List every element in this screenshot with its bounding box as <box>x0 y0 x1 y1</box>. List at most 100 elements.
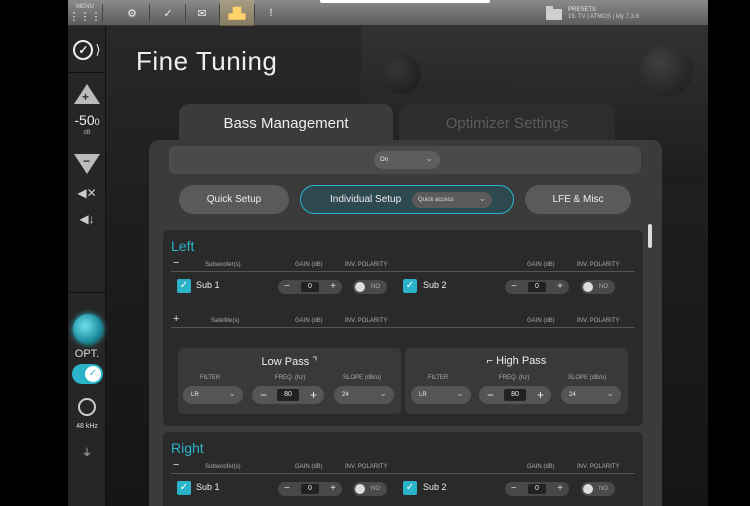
high-pass-slope-select[interactable]: 24 <box>561 384 621 404</box>
test-tone-button[interactable]: ǃ <box>254 0 288 26</box>
chevron-right-icon: ⟩ <box>95 42 101 57</box>
presets-label: PRESETS <box>568 7 597 13</box>
envelope-icon: ✉ <box>197 7 207 20</box>
plus-icon[interactable]: + <box>537 386 544 404</box>
main-content: Fine Tuning Bass Management Optimizer Se… <box>106 26 708 506</box>
sub-2-gain-stepper[interactable]: − 0 + <box>505 482 569 496</box>
channel-title: Right <box>171 440 204 456</box>
gain-value: 0 <box>528 484 546 494</box>
minus-icon[interactable]: − <box>260 386 267 404</box>
sample-rate-icon <box>78 398 96 416</box>
low-pass-freq-stepper[interactable]: − 80 + <box>252 386 324 404</box>
bass-mode-select[interactable]: On <box>374 149 440 169</box>
low-pass-slope-select[interactable]: 24 <box>334 384 394 404</box>
fine-tuning-button[interactable]: ▟▙ <box>220 0 254 26</box>
minus-icon[interactable]: − <box>284 280 290 294</box>
volume-readout: -500 <box>68 112 106 128</box>
dim-button[interactable]: ◀↓ <box>68 212 106 226</box>
polarity-value: NO <box>599 284 608 290</box>
optical-input-icon[interactable] <box>73 314 103 344</box>
logo-button[interactable]: ✓ ⟩ <box>72 36 102 64</box>
high-pass-freq-stepper[interactable]: − 80 + <box>479 386 551 404</box>
filter-label: FILTER <box>428 375 449 381</box>
sub-1-gain-stepper[interactable]: − 0 + <box>278 280 342 294</box>
sub-1-polarity-toggle[interactable]: NO <box>353 280 387 294</box>
freq-value: 80 <box>504 389 526 401</box>
right-margin <box>708 0 750 506</box>
sub-1-label: Sub 1 <box>196 482 220 492</box>
minus-icon[interactable]: − <box>487 386 494 404</box>
polarity-header: INV. POLARITY <box>345 464 388 470</box>
polarity-header: INV. POLARITY <box>345 318 388 324</box>
slope-label: SLOPE (dB/o) <box>343 375 382 381</box>
sub-2-gain-stepper[interactable]: − 0 + <box>505 280 569 294</box>
slope-label: SLOPE (dB/o) <box>568 375 607 381</box>
subwoofer-header: − Subwoofer(s) GAIN (dB) INV. POLARITY G… <box>171 257 635 272</box>
settings-button[interactable]: ⚙ <box>115 0 149 26</box>
filter-label: FILTER <box>200 375 221 381</box>
messages-button[interactable]: ✉ <box>185 0 219 26</box>
sub-1-checkbox[interactable]: ✓ <box>177 279 191 293</box>
sub-1-gain-stepper[interactable]: − 0 + <box>278 482 342 496</box>
polarity-header: INV. POLARITY <box>345 262 388 268</box>
plus-icon[interactable]: + <box>330 280 336 294</box>
presets-selector[interactable]: PRESETS 19. TV | ATMOS | My 7.3.6 <box>546 3 639 25</box>
search-field[interactable] <box>320 0 490 3</box>
plus-icon[interactable]: + <box>557 482 563 496</box>
mode-bar: On <box>169 146 641 174</box>
polarity-header: INV. POLARITY <box>577 262 620 268</box>
divider <box>68 292 106 293</box>
sub-2-polarity-toggle[interactable]: NO <box>581 482 615 496</box>
low-pass-title: Low Pass <box>261 356 310 368</box>
calibration-button[interactable]: ✓ <box>151 0 185 26</box>
gain-header: GAIN (dB) <box>295 464 323 470</box>
gears-icon: ⚙ <box>127 7 137 20</box>
channel-card-left: Left − Subwoofer(s) GAIN (dB) INV. POLAR… <box>163 230 643 426</box>
scrollbar[interactable] <box>648 224 652 248</box>
subwoofers-label: Subwoofer(s) <box>205 464 241 470</box>
expand-icon[interactable]: + <box>173 313 179 325</box>
logo-icon: ✓ <box>73 40 94 60</box>
minus-icon[interactable]: − <box>511 280 517 294</box>
mute-button[interactable]: ◀✕ <box>68 186 106 200</box>
minus-icon[interactable]: − <box>284 482 290 496</box>
divider <box>68 72 106 73</box>
plus-icon: + <box>82 90 90 104</box>
input-toggle[interactable]: ✓ <box>72 364 103 384</box>
polarity-value: NO <box>371 284 380 290</box>
low-pass-filter: Low Pass ⌝ FILTER FREQ. (hz) SLOPE (dB/o… <box>178 348 401 414</box>
lfe-misc-button[interactable]: LFE & Misc <box>525 185 631 214</box>
minus-icon[interactable]: − <box>511 482 517 496</box>
sub-1-checkbox[interactable]: ✓ <box>177 481 191 495</box>
individual-setup-button[interactable]: Individual Setup Quick access <box>300 185 514 214</box>
volume-value: -50 <box>74 112 95 128</box>
plus-icon[interactable]: + <box>557 280 563 294</box>
collapse-icon[interactable]: − <box>173 257 179 269</box>
menu-button[interactable]: MENU ⋮⋮⋮ <box>68 0 102 26</box>
subwoofer-header: − Subwoofer(s) GAIN (dB) INV. POLARITY G… <box>171 459 635 474</box>
grid-icon: ⋮⋮⋮ <box>68 10 102 23</box>
plus-icon[interactable]: + <box>310 386 317 404</box>
page-title: Fine Tuning <box>136 46 278 76</box>
quick-setup-button[interactable]: Quick Setup <box>179 185 289 214</box>
sub-2-checkbox[interactable]: ✓ <box>403 279 417 293</box>
sample-rate-value: 48 kHz <box>76 423 98 430</box>
tab-optimizer-settings[interactable]: Optimizer Settings <box>399 104 615 142</box>
low-pass-filter-select[interactable]: LR <box>183 384 243 404</box>
divider <box>102 4 103 22</box>
subwoofers-label: Subwoofer(s) <box>205 262 241 268</box>
tab-bass-management[interactable]: Bass Management <box>179 104 393 142</box>
high-pass-filter-select[interactable]: LR <box>411 384 471 404</box>
sub-2-polarity-toggle[interactable]: NO <box>581 280 615 294</box>
quick-access-select[interactable]: Quick access <box>412 190 492 208</box>
sub-1-polarity-toggle[interactable]: NO <box>353 482 387 496</box>
volume-down-button[interactable]: − <box>74 154 100 174</box>
volume-up-button[interactable]: + <box>74 84 100 104</box>
sub-2-checkbox[interactable]: ✓ <box>403 481 417 495</box>
polarity-value: NO <box>599 486 608 492</box>
plus-icon[interactable]: + <box>330 482 336 496</box>
satellites-label: Satellite(s) <box>211 318 240 324</box>
gain-value: 0 <box>301 484 319 494</box>
speaker-mute-icon: ◀✕ <box>77 186 97 200</box>
collapse-icon[interactable]: − <box>173 459 179 471</box>
